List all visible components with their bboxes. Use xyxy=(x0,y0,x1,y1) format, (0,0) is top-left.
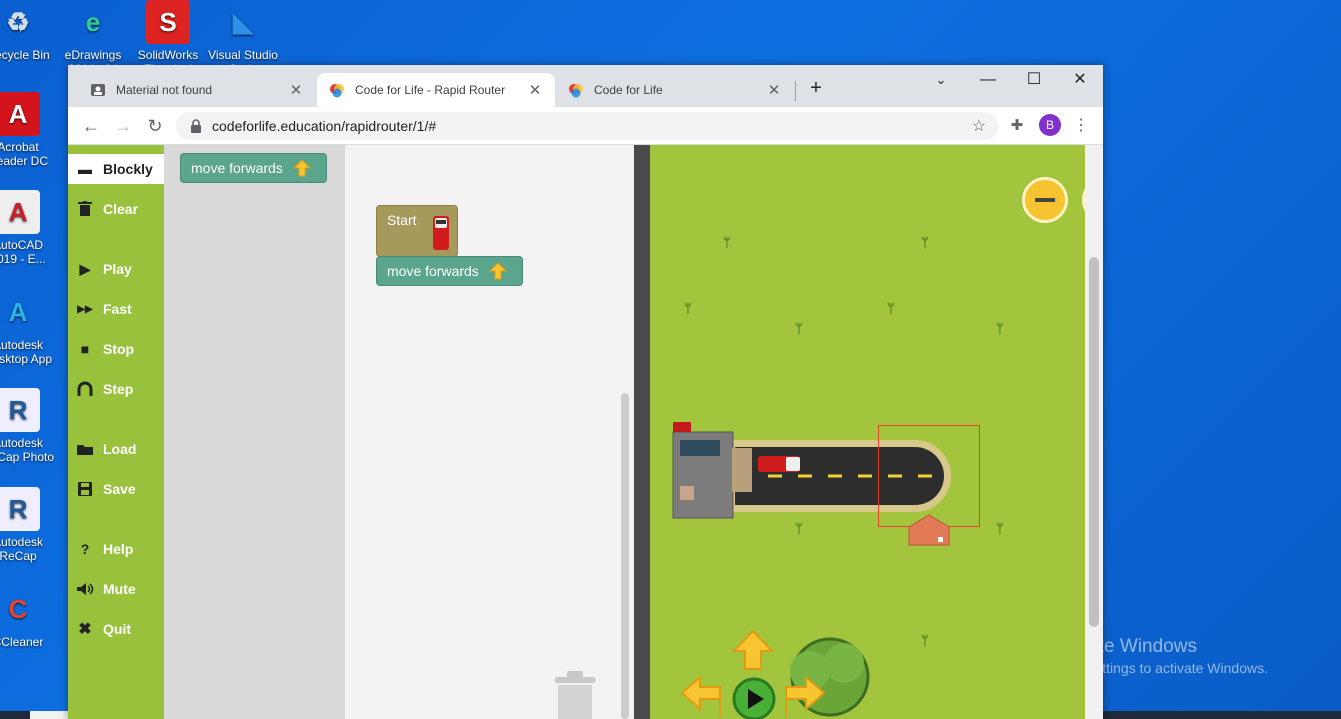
bookmark-star-icon[interactable]: ☆ xyxy=(972,116,986,136)
grass-tuft: ᛘ xyxy=(921,235,929,250)
minus-icon xyxy=(1035,198,1055,202)
arrow-up-icon xyxy=(292,159,311,177)
ccleaner-shortcut[interactable]: C CCleaner xyxy=(0,587,56,649)
tab-search-chevron-down-icon[interactable]: ⌄ xyxy=(918,69,964,91)
panel-divider[interactable] xyxy=(634,145,650,719)
browser-window: Material not found ✕ Code for Life - Rap… xyxy=(68,65,1103,719)
lock-icon xyxy=(190,119,202,133)
workspace-trash-icon[interactable] xyxy=(553,671,597,719)
puzzle-icon: ▬ xyxy=(78,161,92,177)
close-tab-icon[interactable]: ✕ xyxy=(288,81,304,99)
sidebar-item-blockly[interactable]: ▬ Blockly xyxy=(68,154,164,184)
autodesk-icon: A xyxy=(8,297,28,327)
acrobat-shortcut[interactable]: A Acrobat Reader DC xyxy=(0,92,56,168)
tab-material-not-found[interactable]: Material not found ✕ xyxy=(78,73,316,107)
grass-tuft: ᛘ xyxy=(921,633,929,648)
codeforlife-logo-icon xyxy=(329,82,345,98)
new-tab-button[interactable]: + xyxy=(793,77,839,99)
toolbox-move-forwards-block[interactable]: move forwards xyxy=(180,153,327,183)
extensions-puzzle-icon[interactable]: ✚ xyxy=(1006,115,1028,137)
recap-shortcut[interactable]: R Autodesk ReCap xyxy=(0,487,56,563)
close-icon: ✖ xyxy=(78,621,92,638)
ccleaner-icon: C xyxy=(8,594,28,624)
address-bar[interactable]: codeforlife.education/rapidrouter/1/# ☆ xyxy=(176,112,998,140)
arrow-up-icon xyxy=(488,262,507,280)
step-icon xyxy=(76,380,94,398)
solidworks-icon: S xyxy=(146,0,190,44)
grass-tuft: ᛘ xyxy=(795,321,803,336)
edrawings-icon: e xyxy=(85,7,101,37)
tab-rapid-router[interactable]: Code for Life - Rapid Router ✕ xyxy=(317,73,555,107)
sidebar-item-quit[interactable]: ✖ Quit xyxy=(68,614,164,644)
workspace-scrollbar[interactable] xyxy=(621,393,629,719)
grass-tuft: ᛘ xyxy=(723,235,731,250)
house-icon xyxy=(908,514,950,546)
codeforlife-logo-icon xyxy=(568,82,584,98)
play-button-icon[interactable] xyxy=(732,677,776,719)
browser-toolbar: ← → ↻ codeforlife.education/rapidrouter/… xyxy=(68,107,1103,145)
game-map: ᛘ ᛘ ᛘ ᛘ ᛘ ᛘ ᛘ ᛘ ᛘ xyxy=(650,145,1085,719)
autocad-shortcut[interactable]: A AutoCAD 2019 - E... xyxy=(0,190,56,266)
blockly-workspace[interactable]: Start move forwards xyxy=(345,145,634,719)
vscode-icon: ◣ xyxy=(233,7,253,37)
sidebar-item-help[interactable]: ? Help xyxy=(68,534,164,564)
autodesk-desktop-app-shortcut[interactable]: A Autodesk Desktop App xyxy=(0,290,56,366)
zoom-out-button[interactable] xyxy=(1022,177,1068,223)
fast-forward-icon: ▶▶ xyxy=(77,303,93,315)
close-window-button[interactable]: ✕ xyxy=(1057,69,1103,91)
sidebar-item-step[interactable]: Step xyxy=(68,374,164,404)
van-icon xyxy=(432,216,449,250)
speaker-icon xyxy=(76,580,94,598)
start-block[interactable]: Start xyxy=(376,205,458,257)
minimize-button[interactable]: — xyxy=(965,69,1011,91)
grass-tuft: ᛘ xyxy=(996,521,1004,536)
help-icon: ? xyxy=(80,541,90,557)
arrow-up-icon[interactable] xyxy=(732,629,774,671)
sidebar-item-fast[interactable]: ▶▶ Fast xyxy=(68,294,164,324)
sidebar-item-mute[interactable]: Mute xyxy=(68,574,164,604)
grass-tuft: ᛘ xyxy=(887,301,895,316)
grass-tuft: ᛘ xyxy=(996,321,1004,336)
recap-photo-icon: R xyxy=(0,388,40,432)
grass-tuft: ᛘ xyxy=(684,301,692,316)
stop-icon: ■ xyxy=(80,341,90,357)
maximize-button[interactable]: ☐ xyxy=(1011,69,1057,91)
sidebar-item-stop[interactable]: ■ Stop xyxy=(68,334,164,364)
play-icon: ▶ xyxy=(79,260,91,277)
forward-arrow-icon[interactable]: → xyxy=(112,115,134,137)
tab-strip: Material not found ✕ Code for Life - Rap… xyxy=(68,65,1103,107)
save-icon xyxy=(76,480,94,498)
acrobat-icon: A xyxy=(0,92,40,136)
url-text: codeforlife.education/rapidrouter/1/# xyxy=(212,118,437,134)
reload-icon[interactable]: ↻ xyxy=(144,115,166,137)
arrow-right-icon[interactable] xyxy=(784,677,826,719)
sidebar: ▬ Blockly Clear ▶ Play ▶▶ Fast ■ Stop Step xyxy=(68,145,164,719)
map-scrollbar-thumb[interactable] xyxy=(1089,257,1099,627)
more-menu-icon[interactable]: ⋮ xyxy=(1070,115,1092,137)
map-scrollbar[interactable] xyxy=(1085,145,1103,719)
folder-icon xyxy=(76,440,94,458)
back-arrow-icon[interactable]: ← xyxy=(80,115,102,137)
page-icon xyxy=(90,82,106,98)
block-toolbox-flyout: move forwards xyxy=(164,145,345,719)
recap-icon: R xyxy=(0,487,40,531)
profile-avatar[interactable]: B xyxy=(1039,114,1061,136)
sidebar-item-load[interactable]: Load xyxy=(68,434,164,464)
recap-photo-shortcut[interactable]: R Autodesk ReCap Photo xyxy=(0,388,56,464)
recycle-icon: ♻ xyxy=(6,7,30,37)
close-tab-icon[interactable]: ✕ xyxy=(766,81,782,99)
autocad-icon: A xyxy=(0,190,40,234)
recycle-bin-icon[interactable]: ♻ Recycle Bin xyxy=(0,0,56,62)
rapid-router-app: ▬ Blockly Clear ▶ Play ▶▶ Fast ■ Stop Step xyxy=(68,145,1103,719)
arrow-left-icon[interactable] xyxy=(680,677,722,719)
sidebar-item-clear[interactable]: Clear xyxy=(68,194,164,224)
sidebar-item-save[interactable]: Save xyxy=(68,474,164,504)
tab-code-for-life[interactable]: Code for Life ✕ xyxy=(556,73,794,107)
sidebar-item-play[interactable]: ▶ Play xyxy=(68,254,164,284)
close-tab-icon[interactable]: ✕ xyxy=(527,81,543,99)
trash-icon xyxy=(76,200,94,218)
program-move-forwards-block[interactable]: move forwards xyxy=(376,256,523,286)
